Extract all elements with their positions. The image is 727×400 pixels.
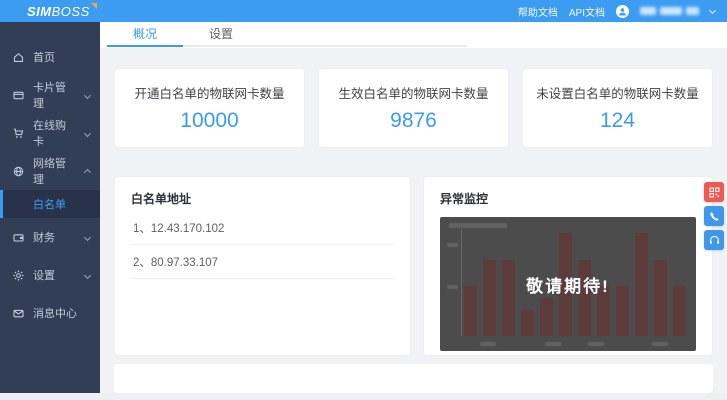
stat-card-unset: 未设置白名单的物联网卡数量 124 <box>522 68 713 148</box>
tab-bar: 概况 设置 <box>100 22 727 48</box>
whitelist-panel: 白名单地址 1、12.43.170.102 2、80.97.33.107 <box>114 176 411 356</box>
header-actions: 帮助文档 API文档 <box>518 4 717 19</box>
monitor-panel: 异常监控 敬请期待! <box>423 176 713 356</box>
person-icon <box>619 7 626 15</box>
sidebar-item-label: 网络管理 <box>33 158 66 186</box>
network-icon <box>13 166 24 176</box>
whitelist-ip-item: 1、12.43.170.102 <box>131 211 394 245</box>
chevron-down-icon <box>84 129 92 137</box>
message-icon <box>13 309 24 317</box>
brand-flag-icon <box>90 2 97 9</box>
sidebar-item-label: 在线购卡 <box>33 120 66 148</box>
monitor-chart: 敬请期待! <box>440 217 696 351</box>
phone-contact-button[interactable] <box>704 206 724 226</box>
floating-action-buttons <box>704 182 724 250</box>
user-phone-redacted[interactable] <box>640 7 699 15</box>
sidebar-item-finance[interactable]: 财务 <box>0 218 100 256</box>
sidebar-subitem-label: 白名单 <box>33 199 66 211</box>
coming-soon-overlay: 敬请期待! <box>526 276 610 296</box>
brand-logo[interactable]: SIM BOSS <box>27 2 97 19</box>
sidebar-item-message-center[interactable]: 消息中心 <box>0 294 100 332</box>
bottom-partial-card <box>114 364 713 393</box>
sidebar-item-home[interactable]: 首页 <box>0 38 100 76</box>
sidebar-item-label: 设置 <box>33 270 55 282</box>
customer-service-button[interactable] <box>704 230 724 250</box>
qrcode-button[interactable] <box>704 182 724 202</box>
sidebar-item-label: 财务 <box>33 232 55 244</box>
gear-icon <box>13 269 24 281</box>
app-window: SIM BOSS 帮助文档 API文档 首页 卡片管理 在线购卡 网络管理 白名… <box>0 0 727 400</box>
whitelist-panel-title: 白名单地址 <box>131 192 192 206</box>
brand-logo-bold: SIM <box>27 3 52 19</box>
help-docs-link[interactable]: 帮助文档 <box>518 4 558 19</box>
chevron-down-icon[interactable] <box>708 6 717 14</box>
whitelist-list: 1、12.43.170.102 2、80.97.33.107 <box>131 211 394 279</box>
sidebar-item-label: 卡片管理 <box>33 82 66 110</box>
cart-icon <box>13 128 24 138</box>
whitelist-ip-item: 2、80.97.33.107 <box>131 245 394 279</box>
tab-active-indicator <box>107 45 183 47</box>
stat-value[interactable]: 10000 <box>180 109 238 133</box>
chevron-down-icon <box>83 271 92 279</box>
phone-icon <box>709 211 719 221</box>
stat-value[interactable]: 9876 <box>390 109 437 133</box>
top-header: SIM BOSS 帮助文档 API文档 <box>0 0 727 22</box>
sidebar-item-card-mgmt[interactable]: 卡片管理 <box>0 76 100 114</box>
main-area: 概况 设置 开通白名单的物联网卡数量 10000 生效白名单的物联网卡数量 98… <box>100 22 727 393</box>
home-icon <box>13 52 24 62</box>
sidebar-item-settings[interactable]: 设置 <box>0 256 100 294</box>
panels-row: 白名单地址 1、12.43.170.102 2、80.97.33.107 异常监… <box>114 176 713 356</box>
stat-card-effective: 生效白名单的物联网卡数量 9876 <box>318 68 509 148</box>
stat-value[interactable]: 124 <box>600 109 635 133</box>
stats-row: 开通白名单的物联网卡数量 10000 生效白名单的物联网卡数量 9876 未设置… <box>114 68 713 148</box>
stat-title: 未设置白名单的物联网卡数量 <box>536 87 699 101</box>
chevron-up-icon <box>84 168 92 177</box>
wallet-icon <box>13 233 24 242</box>
sidebar-item-label: 首页 <box>33 52 55 64</box>
stat-title: 生效白名单的物联网卡数量 <box>338 87 489 101</box>
api-docs-link[interactable]: API文档 <box>569 4 605 19</box>
brand-logo-light: BOSS <box>51 3 90 19</box>
sidebar-item-label: 消息中心 <box>33 308 77 320</box>
sidebar-item-network-mgmt[interactable]: 网络管理 <box>0 152 100 190</box>
chevron-down-icon <box>84 91 92 99</box>
stat-title: 开通白名单的物联网卡数量 <box>134 87 285 101</box>
sidebar-item-buy-cards[interactable]: 在线购卡 <box>0 114 100 152</box>
card-icon <box>13 91 24 99</box>
sidebar-subitem-whitelist[interactable]: 白名单 <box>0 190 100 218</box>
sidebar-nav: 首页 卡片管理 在线购卡 网络管理 白名单 财务 设置 消息中心 <box>0 22 100 393</box>
stat-card-opened: 开通白名单的物联网卡数量 10000 <box>114 68 305 148</box>
monitor-panel-title: 异常监控 <box>440 192 489 206</box>
overview-content: 开通白名单的物联网卡数量 10000 生效白名单的物联网卡数量 9876 未设置… <box>100 48 727 393</box>
user-avatar-icon[interactable] <box>616 4 629 18</box>
qrcode-icon <box>709 187 719 197</box>
headset-icon <box>709 235 719 244</box>
chevron-down-icon <box>83 233 92 241</box>
